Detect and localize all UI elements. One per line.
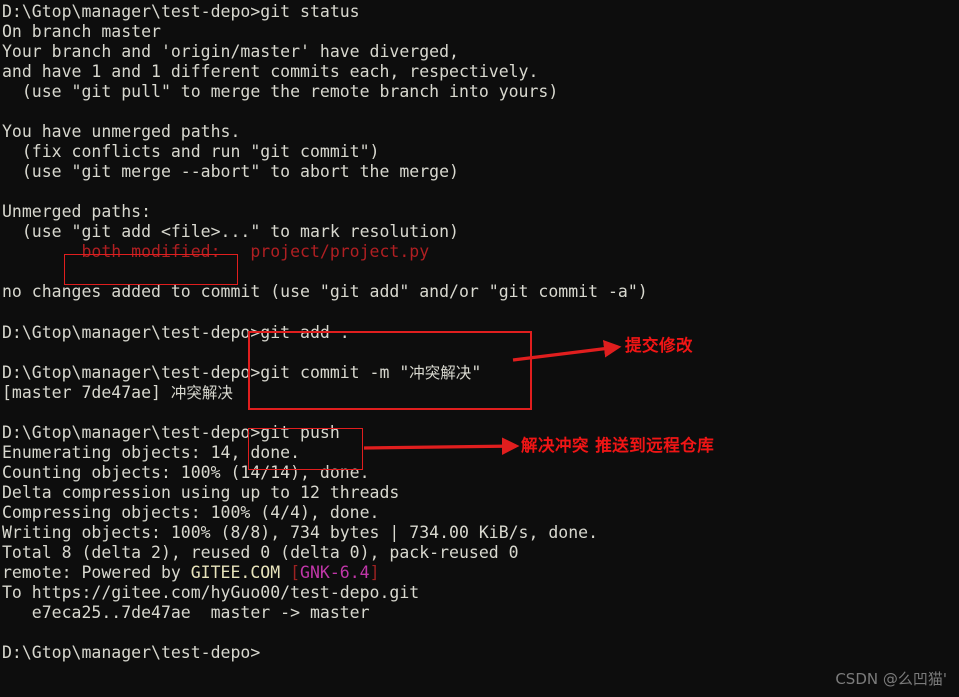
terminal-line: Unmerged paths: <box>2 202 151 222</box>
terminal-text-segment: Compressing objects: 100% (4/4), done. <box>2 503 380 522</box>
terminal-line: D:\Gtop\manager\test-depo> <box>2 643 260 663</box>
terminal-text-segment: no changes added to commit (use "git add… <box>2 282 648 301</box>
terminal-text-segment: You have unmerged paths. <box>2 122 241 141</box>
terminal-line: D:\Gtop\manager\test-depo>git push <box>2 423 340 443</box>
terminal-text-segment: Writing objects: 100% (8/8), 734 bytes |… <box>2 523 599 542</box>
terminal-line: (use "git merge --abort" to abort the me… <box>2 162 459 182</box>
terminal-text-segment: " <box>471 363 482 382</box>
terminal-text-segment: D:\Gtop\manager\test-depo>git add . <box>2 323 350 342</box>
terminal-text-segment: Unmerged paths: <box>2 202 152 221</box>
terminal-text-segment: ] <box>369 563 380 582</box>
terminal-text-segment: D:\Gtop\manager\test-depo> <box>2 643 261 662</box>
terminal-line: Compressing objects: 100% (4/4), done. <box>2 503 380 523</box>
terminal-line: remote: Powered by GITEE.COM [GNK-6.4] <box>2 563 380 583</box>
terminal-text-segment: Counting objects: 100% (14/14), done. <box>2 463 370 482</box>
terminal-text-segment: (use "git add <file>..." to mark resolut… <box>2 222 459 241</box>
terminal-line: no changes added to commit (use "git add… <box>2 282 648 302</box>
terminal-text-segment: D:\Gtop\manager\test-depo>git status <box>2 2 360 21</box>
terminal-text-segment: 冲突解决 <box>409 364 472 382</box>
terminal-text-segment: (use "git merge --abort" to abort the me… <box>2 162 459 181</box>
terminal-line: (use "git add <file>..." to mark resolut… <box>2 222 459 242</box>
terminal-line: On branch master <box>2 22 161 42</box>
terminal-text-segment: [master 7de47ae] <box>2 383 171 402</box>
terminal-text-segment: Delta compression using up to 12 threads <box>2 483 400 502</box>
terminal-text-segment: Your branch and 'origin/master' have div… <box>2 42 459 61</box>
terminal-text-segment: remote: Powered by <box>2 563 191 582</box>
terminal-line: To https://gitee.com/hyGuo00/test-depo.g… <box>2 583 419 603</box>
terminal-output[interactable]: D:\Gtop\manager\test-depo>git status On b… <box>0 0 959 697</box>
terminal-line: Total 8 (delta 2), reused 0 (delta 0), p… <box>2 543 519 563</box>
terminal-line: D:\Gtop\manager\test-depo>git add . <box>2 323 350 343</box>
terminal-text-segment: (use "git pull" to merge the remote bran… <box>2 82 559 101</box>
terminal-line: Your branch and 'origin/master' have div… <box>2 42 459 62</box>
terminal-text-segment: e7eca25..7de47ae master -> master <box>2 603 370 622</box>
terminal-text-segment: both modified: project/project.py <box>2 242 430 261</box>
terminal-text-segment: GNK-6.4 <box>300 563 370 582</box>
terminal-line: and have 1 and 1 different commits each,… <box>2 62 538 82</box>
terminal-text-segment: [ <box>290 563 301 582</box>
terminal-line: both modified: project/project.py <box>2 242 429 262</box>
terminal-line: You have unmerged paths. <box>2 122 240 142</box>
terminal-line: Writing objects: 100% (8/8), 734 bytes |… <box>2 523 598 543</box>
terminal-line: D:\Gtop\manager\test-depo>git commit -m … <box>2 363 481 383</box>
terminal-line: (use "git pull" to merge the remote bran… <box>2 82 558 102</box>
terminal-text-segment: (fix conflicts and run "git commit") <box>2 142 380 161</box>
terminal-text-segment: and have 1 and 1 different commits each,… <box>2 62 539 81</box>
terminal-text-segment: GITEE.COM <box>190 563 281 582</box>
terminal-line: D:\Gtop\manager\test-depo>git status <box>2 2 360 22</box>
terminal-line: Counting objects: 100% (14/14), done. <box>2 463 370 483</box>
terminal-line: Enumerating objects: 14, done. <box>2 443 300 463</box>
csdn-watermark: CSDN @么凹猫' <box>835 670 947 688</box>
terminal-text-segment: Enumerating objects: 14, done. <box>2 443 301 462</box>
terminal-text-segment: D:\Gtop\manager\test-depo>git commit -m … <box>2 363 410 382</box>
terminal-line: (fix conflicts and run "git commit") <box>2 142 380 162</box>
terminal-window: D:\Gtop\manager\test-depo>git status On b… <box>0 0 959 697</box>
terminal-text-segment: Total 8 (delta 2), reused 0 (delta 0), p… <box>2 543 519 562</box>
terminal-text-segment: On branch master <box>2 22 161 41</box>
terminal-text-segment: To https://gitee.com/hyGuo00/test-depo.g… <box>2 583 420 602</box>
terminal-line: [master 7de47ae] 冲突解决 <box>2 383 233 403</box>
terminal-line: Delta compression using up to 12 threads <box>2 483 399 503</box>
terminal-text-segment: 冲突解决 <box>170 384 233 402</box>
terminal-text-segment: D:\Gtop\manager\test-depo>git push <box>2 423 340 442</box>
terminal-line: e7eca25..7de47ae master -> master <box>2 603 370 623</box>
